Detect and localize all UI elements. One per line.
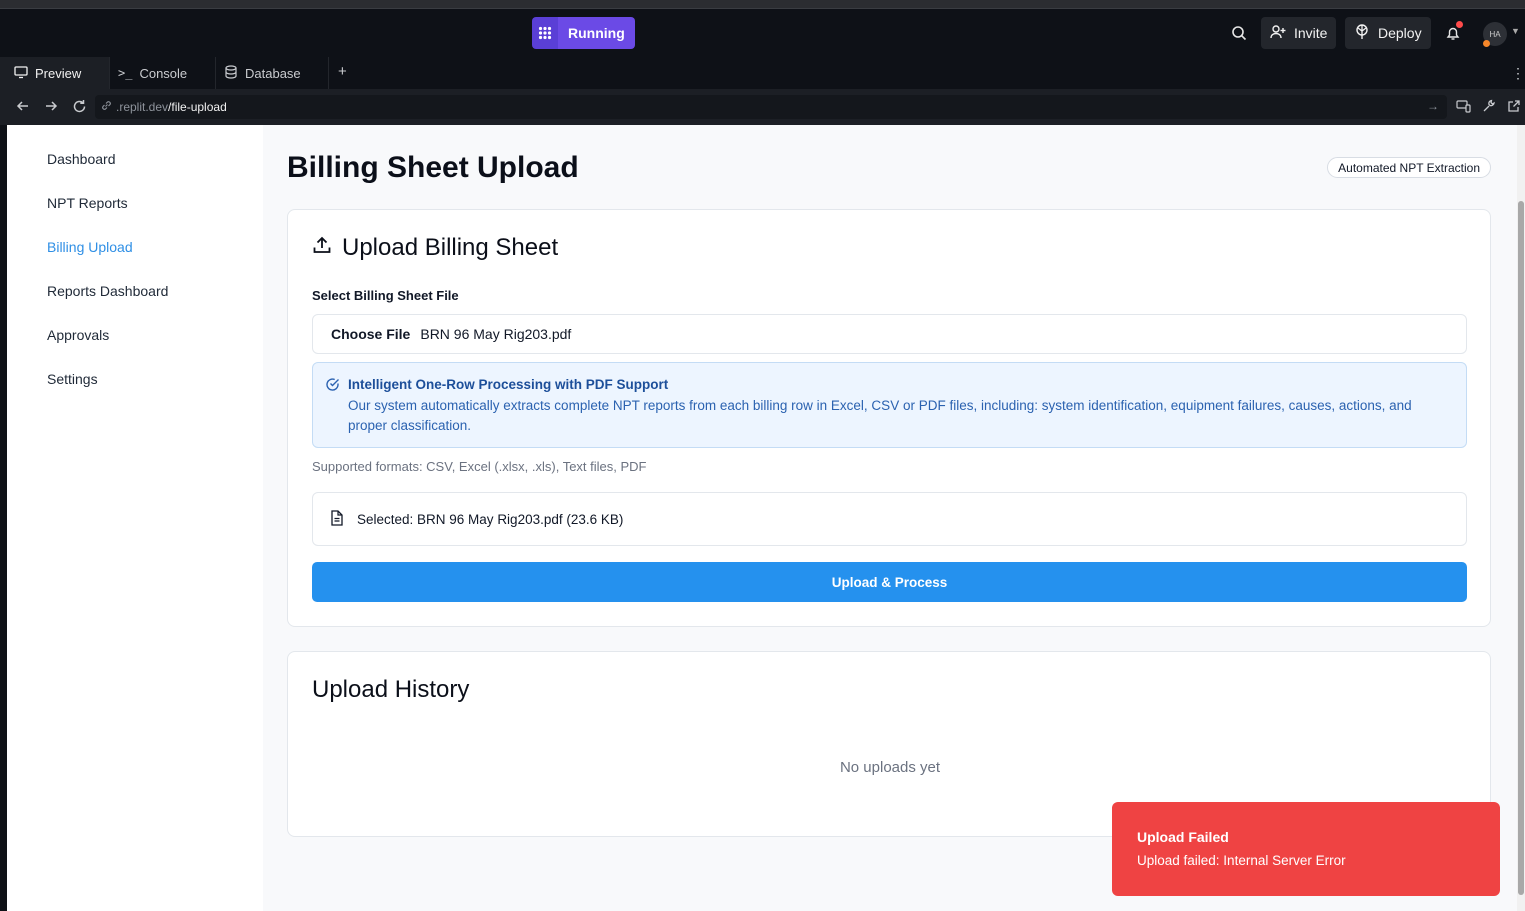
upload-card-title: Upload Billing Sheet bbox=[312, 234, 558, 262]
upload-icon bbox=[312, 234, 332, 262]
file-text-icon bbox=[330, 509, 344, 529]
tab-preview-label: Preview bbox=[35, 65, 82, 81]
devices-icon[interactable] bbox=[1456, 99, 1471, 116]
bell-icon[interactable] bbox=[1444, 21, 1463, 43]
file-input[interactable]: Choose File BRN 96 May Rig203.pdf bbox=[312, 314, 1467, 354]
notification-dot bbox=[1456, 21, 1463, 28]
external-link-icon[interactable] bbox=[1507, 99, 1521, 116]
avatar-status-dot bbox=[1483, 40, 1490, 47]
info-box: Intelligent One-Row Processing with PDF … bbox=[312, 362, 1467, 448]
wrench-icon[interactable] bbox=[1482, 99, 1496, 116]
deploy-icon bbox=[1354, 23, 1370, 43]
file-field-label: Select Billing Sheet File bbox=[312, 288, 459, 303]
preview-url-bar: .replit.dev/file-upload → bbox=[0, 89, 1525, 125]
grid-icon bbox=[532, 17, 558, 49]
monitor-icon bbox=[14, 65, 28, 82]
search-icon[interactable] bbox=[1229, 23, 1249, 43]
deploy-button[interactable]: Deploy bbox=[1345, 17, 1431, 49]
tab-database[interactable]: Database bbox=[216, 57, 329, 89]
page-title: Billing Sheet Upload bbox=[287, 151, 579, 184]
status-badge: Automated NPT Extraction bbox=[1327, 157, 1491, 178]
selected-file-box: Selected: BRN 96 May Rig203.pdf (23.6 KB… bbox=[312, 492, 1467, 546]
file-name: BRN 96 May Rig203.pdf bbox=[420, 326, 572, 342]
deploy-label: Deploy bbox=[1378, 25, 1422, 41]
invite-label: Invite bbox=[1294, 25, 1328, 41]
run-status-label: Running bbox=[558, 17, 635, 49]
sidebar-item-reports-dashboard[interactable]: Reports Dashboard bbox=[47, 283, 168, 299]
refresh-icon[interactable] bbox=[72, 99, 87, 117]
back-icon[interactable] bbox=[16, 99, 30, 116]
add-user-icon bbox=[1270, 24, 1286, 43]
add-tab-icon[interactable]: + bbox=[338, 63, 347, 80]
upload-card-title-text: Upload Billing Sheet bbox=[342, 234, 559, 261]
database-icon bbox=[224, 64, 238, 82]
tab-console[interactable]: >_ Console bbox=[110, 57, 216, 89]
scrollbar[interactable] bbox=[1517, 125, 1525, 911]
sidebar-item-npt-reports[interactable]: NPT Reports bbox=[47, 195, 128, 211]
url-path: /file-upload bbox=[168, 100, 227, 114]
chevron-down-icon[interactable]: ▼ bbox=[1511, 26, 1520, 36]
sidebar-item-dashboard[interactable]: Dashboard bbox=[47, 151, 116, 167]
sidebar-item-billing-upload[interactable]: Billing Upload bbox=[47, 239, 133, 255]
app-preview: Dashboard NPT Reports Billing Upload Rep… bbox=[7, 125, 1517, 911]
url-host: .replit.dev bbox=[116, 100, 169, 114]
pane-tabs: Preview >_ Console Database + ⋮ bbox=[0, 57, 1525, 89]
window-top-strip bbox=[0, 0, 1525, 9]
forward-icon[interactable] bbox=[44, 99, 58, 116]
run-status-button[interactable]: Running bbox=[532, 17, 635, 49]
upload-process-button[interactable]: Upload & Process bbox=[312, 562, 1467, 602]
check-circle-icon bbox=[325, 377, 340, 397]
selected-file-text: Selected: BRN 96 May Rig203.pdf (23.6 KB… bbox=[357, 511, 624, 527]
supported-formats-text: Supported formats: CSV, Excel (.xlsx, .x… bbox=[312, 459, 647, 474]
info-body: Our system automatically extracts comple… bbox=[348, 398, 1412, 433]
url-input[interactable]: .replit.dev/file-upload → bbox=[95, 95, 1447, 119]
link-icon bbox=[101, 100, 112, 114]
choose-file-button[interactable]: Choose File bbox=[331, 326, 410, 342]
scrollbar-thumb[interactable] bbox=[1518, 201, 1524, 895]
more-options-icon[interactable]: ⋮ bbox=[1511, 65, 1525, 82]
workspace-toolbar: Running Invite Deploy HA ▼ bbox=[0, 9, 1525, 57]
sidebar: Dashboard NPT Reports Billing Upload Rep… bbox=[7, 125, 263, 911]
terminal-icon: >_ bbox=[118, 66, 133, 80]
main-content: Billing Sheet Upload Automated NPT Extra… bbox=[263, 125, 1517, 911]
info-title: Intelligent One-Row Processing with PDF … bbox=[348, 377, 669, 392]
toast-title: Upload Failed bbox=[1137, 829, 1229, 845]
tab-preview[interactable]: Preview bbox=[0, 57, 110, 89]
go-arrow-icon[interactable]: → bbox=[1427, 99, 1439, 113]
error-toast[interactable]: Upload Failed Upload failed: Internal Se… bbox=[1112, 802, 1500, 896]
sidebar-item-approvals[interactable]: Approvals bbox=[47, 327, 109, 343]
invite-button[interactable]: Invite bbox=[1261, 17, 1337, 49]
tab-database-label: Database bbox=[245, 65, 301, 81]
history-card-title: Upload History bbox=[312, 676, 470, 703]
empty-state-text: No uploads yet bbox=[839, 759, 941, 776]
tab-console-label: Console bbox=[139, 65, 188, 81]
toast-message: Upload failed: Internal Server Error bbox=[1137, 853, 1346, 868]
upload-card: Upload Billing Sheet Select Billing Shee… bbox=[287, 209, 1491, 627]
sidebar-item-settings[interactable]: Settings bbox=[47, 371, 98, 387]
